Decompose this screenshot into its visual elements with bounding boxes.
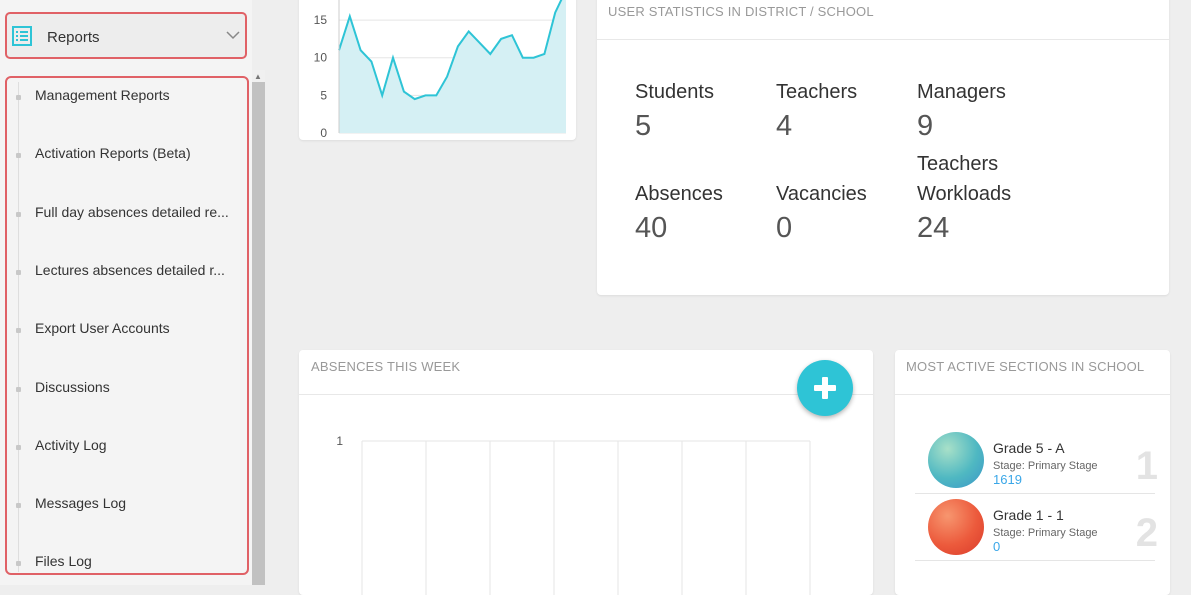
menu-bullet — [16, 153, 21, 158]
sidebar: Reports ▲ Management Reports Activation … — [0, 0, 268, 585]
top-area-chart: 15 10 5 0 — [314, 0, 566, 140]
section-avatar — [928, 432, 984, 488]
card-divider — [895, 394, 1170, 395]
stat-value-managers: 9 — [917, 110, 934, 142]
menu-bullet — [16, 445, 21, 450]
sidebar-scrollbar-thumb[interactable] — [252, 82, 265, 585]
stat-label-vacancies: Vacancies — [776, 183, 867, 205]
menu-item-full-day-absences[interactable]: Full day absences detailed re... — [35, 204, 229, 220]
menu-bullet — [16, 387, 21, 392]
section-name[interactable]: Grade 5 - A — [993, 440, 1065, 456]
user-statistics-card: USER STATISTICS IN DISTRICT / SCHOOL Stu… — [597, 0, 1169, 295]
stat-label-students: Students — [635, 81, 714, 103]
chevron-down-icon[interactable] — [225, 27, 241, 43]
active-sections-title: MOST ACTIVE SECTIONS IN SCHOOL — [906, 359, 1145, 374]
card-divider — [597, 39, 1169, 40]
menu-item-discussions[interactable]: Discussions — [35, 379, 110, 395]
stat-label-teachers: Teachers — [776, 81, 858, 103]
menu-item-messages-log[interactable]: Messages Log — [35, 495, 126, 511]
list-icon — [12, 26, 32, 46]
stat-value-absences: 40 — [635, 212, 668, 244]
reports-menu-header[interactable]: Reports — [5, 12, 247, 59]
y-tick-label: 15 — [314, 13, 328, 27]
menu-bullet — [16, 212, 21, 217]
menu-item-files-log[interactable]: Files Log — [35, 553, 92, 569]
menu-bullet — [16, 95, 21, 100]
section-rank: 2 — [1135, 511, 1158, 555]
absences-bar-chart: 1 — [336, 434, 811, 595]
stat-value-teachers: 4 — [776, 110, 793, 142]
stat-value-students: 5 — [635, 110, 652, 142]
menu-bullet — [16, 503, 21, 508]
top-chart-card: 15 10 5 0 — [299, 0, 576, 140]
section-rank: 1 — [1135, 444, 1158, 488]
section-separator — [915, 493, 1155, 494]
user-statistics-title: USER STATISTICS IN DISTRICT / SCHOOL — [608, 4, 874, 19]
absences-week-card: ABSENCES THIS WEEK 1 — [299, 350, 873, 595]
section-avatar — [928, 499, 984, 555]
stat-label-teachers-workloads-line2: Workloads — [917, 183, 1012, 205]
section-count: 0 — [993, 539, 1001, 554]
section-name[interactable]: Grade 1 - 1 — [993, 507, 1064, 523]
stat-label-teachers-workloads-line1: Teachers — [917, 153, 999, 175]
y-tick-label: 0 — [320, 126, 327, 140]
menu-bullet — [16, 328, 21, 333]
menu-bullet — [16, 270, 21, 275]
menu-item-export-user-accounts[interactable]: Export User Accounts — [35, 320, 170, 336]
stat-label-managers: Managers — [917, 81, 1006, 103]
menu-item-activity-log[interactable]: Activity Log — [35, 437, 107, 453]
stat-value-teachers-workloads: 24 — [917, 212, 950, 244]
reports-menu-label: Reports — [47, 29, 100, 46]
stat-value-vacancies: 0 — [776, 212, 793, 244]
menu-item-lectures-absences[interactable]: Lectures absences detailed r... — [35, 262, 225, 278]
plus-icon — [814, 377, 836, 399]
y-tick-label: 10 — [314, 51, 328, 65]
menu-item-management-reports[interactable]: Management Reports — [35, 87, 170, 103]
stat-label-absences: Absences — [635, 183, 723, 205]
section-stage: Stage: Primary Stage — [993, 460, 1098, 472]
y-tick-label: 5 — [320, 88, 327, 102]
section-separator — [915, 560, 1155, 561]
scroll-up-arrow-icon[interactable]: ▲ — [254, 72, 262, 81]
add-button[interactable] — [797, 360, 853, 416]
section-stage: Stage: Primary Stage — [993, 527, 1098, 539]
section-count: 1619 — [993, 472, 1022, 487]
menu-item-activation-reports[interactable]: Activation Reports (Beta) — [35, 145, 191, 161]
menu-bullet — [16, 561, 21, 566]
active-sections-card: MOST ACTIVE SECTIONS IN SCHOOL Grade 5 -… — [895, 350, 1170, 595]
y-tick-label: 1 — [336, 434, 343, 448]
